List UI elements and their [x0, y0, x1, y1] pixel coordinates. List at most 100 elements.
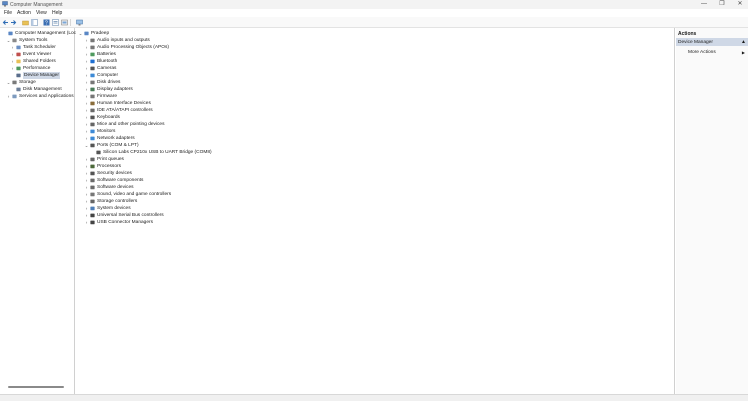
expand-chevron-icon[interactable]: › [84, 156, 89, 163]
device-tree-item-label: Keyboards [97, 115, 120, 120]
console-tree-item-label: Services and Applications [19, 94, 74, 99]
usb-icon [90, 220, 95, 225]
window-title: Computer Management [10, 1, 63, 8]
device-tree-item-label: Sound, video and game controllers [97, 192, 172, 197]
expand-chevron-icon[interactable]: › [84, 114, 89, 121]
menu-view[interactable]: View [36, 10, 47, 16]
device-scan-icon[interactable] [76, 19, 83, 26]
storage-icon [12, 80, 17, 85]
expand-chevron-icon[interactable]: › [10, 65, 15, 72]
console-tree-item-label: Shared Folders [23, 59, 56, 64]
expand-chevron-icon[interactable]: › [84, 107, 89, 114]
minimize-button[interactable]: — [696, 0, 712, 9]
device-tree-item-label: Display adapters [97, 87, 133, 92]
device-tree-item-label: Audio inputs and outputs [97, 38, 150, 43]
device-tree-item-label: Print queues [97, 157, 124, 162]
software-icon [90, 185, 95, 190]
expand-chevron-icon[interactable]: › [10, 44, 15, 51]
expand-chevron-icon[interactable]: › [84, 72, 89, 79]
forward-arrow-icon[interactable] [10, 19, 17, 26]
expand-chevron-icon[interactable]: › [84, 163, 89, 170]
device-manager-icon [16, 73, 21, 78]
console-tree-item-label: Device Manager [23, 72, 60, 79]
device-tree-item-label: Ports (COM & LPT) [97, 143, 139, 148]
system-tools-icon [12, 38, 17, 43]
expand-chevron-icon[interactable]: › [84, 191, 89, 198]
storage-controller-icon [90, 199, 95, 204]
expand-chevron-icon[interactable]: › [84, 170, 89, 177]
menu-file[interactable]: File [4, 10, 12, 16]
console-tree-item-label: System Tools [19, 38, 48, 43]
device-tree-item-label: Monitors [97, 129, 116, 134]
firmware-icon [90, 94, 95, 99]
expand-chevron-icon[interactable]: › [84, 128, 89, 135]
collapse-arrow-icon[interactable]: ▲ [741, 39, 746, 45]
more-actions-item[interactable]: More Actions ▶ [676, 48, 748, 56]
speaker-icon [90, 45, 95, 50]
expand-chevron-icon[interactable]: › [84, 58, 89, 65]
maximize-button[interactable]: ❐ [714, 0, 730, 9]
left-pane-hscrollbar[interactable] [8, 386, 64, 388]
expand-chevron-icon[interactable]: › [84, 51, 89, 58]
back-arrow-icon[interactable] [2, 19, 9, 26]
expand-chevron-icon[interactable]: › [84, 184, 89, 191]
performance-icon [16, 66, 21, 71]
expand-chevron-icon[interactable]: › [84, 65, 89, 72]
clock-icon [16, 45, 21, 50]
actions-section-device-manager[interactable]: Device Manager ▲ [676, 38, 748, 46]
expand-chevron-icon[interactable]: › [84, 177, 89, 184]
collapse-chevron-icon[interactable]: ⌄ [84, 142, 89, 149]
expand-chevron-icon[interactable]: › [84, 100, 89, 107]
printer-icon [90, 157, 95, 162]
expand-chevron-icon[interactable]: › [10, 58, 15, 65]
battery-icon [90, 52, 95, 57]
folder-up-icon[interactable] [22, 19, 29, 26]
export-icon[interactable] [61, 19, 68, 26]
toolbar-separator [70, 18, 71, 26]
collapse-chevron-icon[interactable]: ⌄ [78, 30, 83, 37]
device-tree-item-label: Universal Serial Bus controllers [97, 213, 164, 218]
expand-chevron-icon[interactable]: › [10, 51, 15, 58]
collapse-chevron-icon[interactable]: ⌄ [6, 79, 11, 86]
expand-chevron-icon[interactable]: › [84, 205, 89, 212]
disk-drive-icon [90, 80, 95, 85]
expand-chevron-icon[interactable]: › [84, 93, 89, 100]
expand-chevron-icon[interactable]: › [6, 93, 11, 100]
leaf-spacer [10, 86, 15, 93]
device-tree-item-label: Cameras [97, 66, 117, 71]
expand-chevron-icon[interactable]: › [84, 37, 89, 44]
leaf-spacer [2, 30, 7, 37]
device-tree-item-label: Silicon Labs CP210x USB to UART Bridge (… [103, 150, 212, 155]
actions-pane [676, 28, 748, 394]
bluetooth-icon [90, 59, 95, 64]
device-tree-item-label: Computer [97, 73, 119, 78]
expand-chevron-icon[interactable]: › [84, 121, 89, 128]
leaf-spacer [90, 149, 95, 156]
device-tree-item-label: Storage controllers [97, 199, 138, 204]
expand-chevron-icon[interactable]: › [84, 135, 89, 142]
expand-chevron-icon[interactable]: › [84, 44, 89, 51]
menu-help[interactable]: Help [52, 10, 62, 16]
usb-icon [90, 213, 95, 218]
menu-bar: File Action View Help [0, 9, 748, 17]
console-tree-pane: Computer Management (Local ⌄ System Tools ›… [0, 28, 80, 394]
device-tree-item-label: USB Connector Managers [97, 220, 153, 225]
close-button[interactable]: ✕ [732, 0, 748, 9]
expand-chevron-icon[interactable]: › [84, 79, 89, 86]
help-icon[interactable]: ? [43, 19, 50, 26]
device-tree-item-label: Pradeep [91, 31, 110, 36]
properties-icon[interactable] [52, 18, 59, 26]
hid-icon [90, 101, 95, 106]
computer-icon [84, 31, 89, 36]
collapse-chevron-icon[interactable]: ⌄ [6, 37, 11, 44]
display-adapter-icon [90, 87, 95, 92]
actions-section-label: Device Manager [678, 39, 713, 45]
console-tree-item-label: Event Viewer [23, 52, 52, 57]
expand-chevron-icon[interactable]: › [84, 212, 89, 219]
device-tree-item-label: Bluetooth [97, 59, 118, 64]
show-hide-tree-icon[interactable] [31, 18, 38, 26]
expand-chevron-icon[interactable]: › [84, 198, 89, 205]
expand-chevron-icon[interactable]: › [84, 86, 89, 93]
menu-action[interactable]: Action [17, 10, 31, 16]
expand-chevron-icon[interactable]: › [84, 219, 89, 226]
